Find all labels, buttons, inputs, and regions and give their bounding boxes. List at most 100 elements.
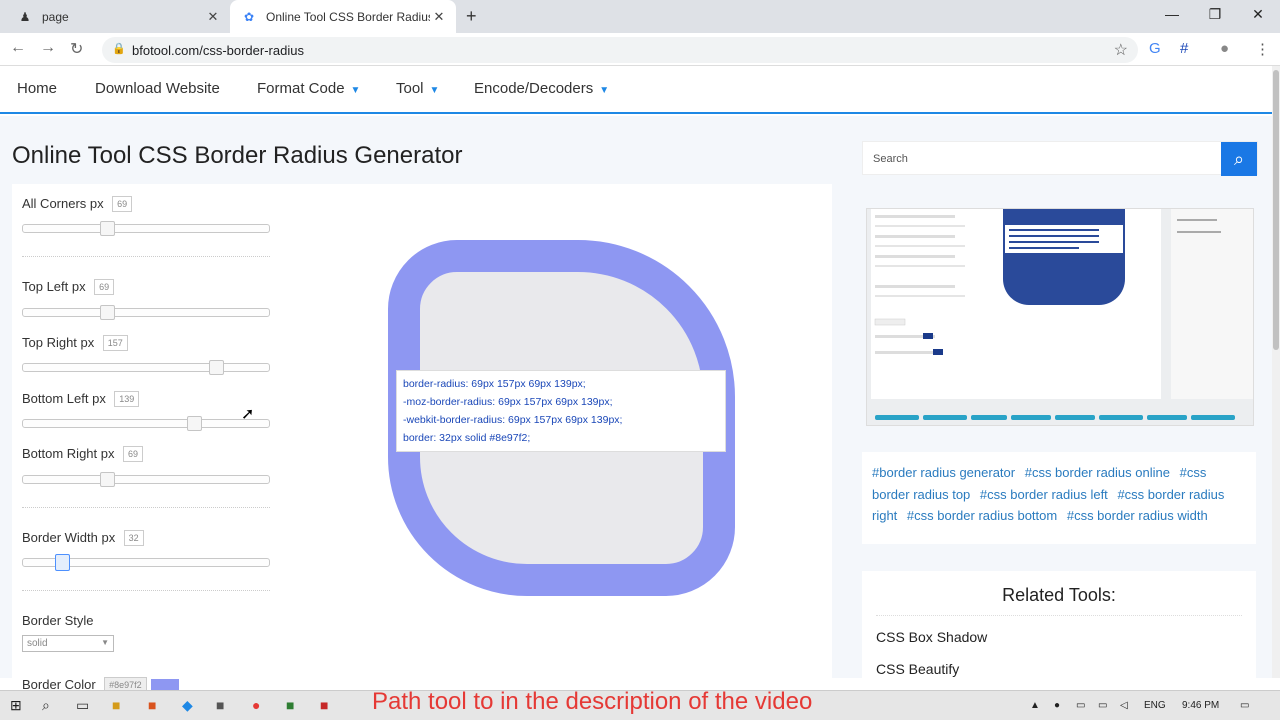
address-bar: ← → ↻ 🔒 bfotool.com/css-border-radius ☆ … xyxy=(0,33,1280,66)
related-link[interactable]: CSS Beautify xyxy=(876,661,959,677)
slider-handle[interactable] xyxy=(187,416,202,431)
top-right-label: Top Right px xyxy=(22,335,95,350)
caret-down-icon: ▼ xyxy=(429,85,440,96)
nav-encode-decoders[interactable]: Encode/Decoders ▼ xyxy=(474,80,609,97)
forward-icon[interactable]: → xyxy=(40,39,56,57)
maximize-icon[interactable]: ❐ xyxy=(1193,0,1237,30)
site-nav: Home Download Website Format Code ▼ Tool ▼… xyxy=(0,66,1272,114)
top-left-control: Top Left px 69 xyxy=(22,278,115,296)
nav-label: Format Code xyxy=(257,80,345,97)
mouse-cursor-icon: ➚ xyxy=(241,406,255,423)
windows-start-icon[interactable]: ⊞ xyxy=(10,697,22,714)
task-view-icon[interactable]: ▭ xyxy=(76,697,89,714)
bookmark-star-icon[interactable]: ☆ xyxy=(1114,40,1128,60)
border-style-control: Border Style xyxy=(22,612,94,630)
top-left-slider[interactable] xyxy=(22,305,270,320)
chrome-icon[interactable]: ● xyxy=(252,697,260,713)
divider xyxy=(22,256,270,257)
tag-link[interactable]: #css border radius width xyxy=(1067,508,1208,523)
slider-handle[interactable] xyxy=(100,472,115,487)
css-code-output[interactable]: border-radius: 69px 157px 69px 139px; -m… xyxy=(396,370,726,452)
tag-list: #border radius generator #css border rad… xyxy=(862,452,1256,544)
tray-chevron-icon[interactable]: ▲ xyxy=(1030,700,1040,711)
bottom-right-slider[interactable] xyxy=(22,472,270,487)
crop-icon[interactable]: # xyxy=(1180,40,1188,57)
top-left-label: Top Left px xyxy=(22,279,86,294)
nav-download-website[interactable]: Download Website xyxy=(95,80,220,97)
border-style-label: Border Style xyxy=(22,613,94,628)
border-width-slider[interactable] xyxy=(22,554,270,571)
bottom-right-control: Bottom Right px 69 xyxy=(22,445,143,463)
related-link[interactable]: CSS Box Shadow xyxy=(876,629,987,645)
battery-icon[interactable]: ▭ xyxy=(1098,700,1107,711)
border-width-value[interactable]: 32 xyxy=(123,529,144,546)
tab-bar: ♟ page ✕ ✿ Online Tool CSS Border Radius… xyxy=(0,0,1280,33)
reload-icon[interactable]: ↻ xyxy=(70,39,83,59)
notifications-icon[interactable]: ▭ xyxy=(1240,700,1249,711)
chevron-down-icon: ▼ xyxy=(101,638,109,647)
nav-tool[interactable]: Tool ▼ xyxy=(396,80,439,97)
close-tab-icon[interactable]: ✕ xyxy=(204,9,222,25)
menu-icon[interactable]: ⋮ xyxy=(1255,40,1270,58)
tag-link[interactable]: #css border radius bottom xyxy=(907,508,1057,523)
translate-icon[interactable]: G xyxy=(1149,40,1161,57)
tag-link[interactable]: #css border radius left xyxy=(980,487,1108,502)
slider-handle[interactable] xyxy=(209,360,224,375)
code-line: border: 32px solid #8e97f2; xyxy=(403,432,531,444)
mic-icon[interactable]: ● xyxy=(1054,700,1060,711)
search-input[interactable]: Search xyxy=(873,153,908,165)
bottom-right-label: Bottom Right px xyxy=(22,446,115,461)
app-icon[interactable]: ■ xyxy=(320,697,328,713)
tag-link[interactable]: #border radius generator xyxy=(872,465,1015,480)
scrollbar-thumb[interactable] xyxy=(1273,70,1279,350)
border-style-value: solid xyxy=(27,638,48,649)
top-left-value[interactable]: 69 xyxy=(94,278,115,295)
main-content: Online Tool CSS Border Radius Generator … xyxy=(0,116,1272,693)
url-field[interactable]: 🔒 bfotool.com/css-border-radius ☆ xyxy=(102,37,1138,63)
app-icon[interactable]: ■ xyxy=(286,697,294,713)
related-tools: Related Tools: CSS Box Shadow CSS Beauti… xyxy=(862,571,1256,681)
new-tab-icon[interactable]: + xyxy=(466,6,477,27)
back-icon[interactable]: ← xyxy=(10,39,26,57)
bottom-left-value[interactable]: 139 xyxy=(114,390,140,407)
slider-handle[interactable] xyxy=(55,554,70,571)
file-explorer-icon[interactable]: ■ xyxy=(112,697,120,713)
search-button[interactable]: ⌕ xyxy=(1221,142,1257,176)
divider xyxy=(22,590,270,591)
slider-handle[interactable] xyxy=(100,221,115,236)
bottom-left-slider[interactable] xyxy=(22,416,270,431)
border-width-label: Border Width px xyxy=(22,530,116,545)
tool-screenshot-thumbnail[interactable] xyxy=(866,208,1254,426)
profile-icon[interactable]: ● xyxy=(1220,40,1229,57)
url-text: bfotool.com/css-border-radius xyxy=(132,43,304,58)
bottom-left-label: Bottom Left px xyxy=(22,391,106,406)
tab-border-radius[interactable]: ✿ Online Tool CSS Border Radius G ✕ xyxy=(230,0,456,33)
all-corners-slider[interactable] xyxy=(22,221,270,236)
clock[interactable]: 9:46 PM xyxy=(1182,700,1219,711)
top-right-value[interactable]: 157 xyxy=(102,334,128,351)
minimize-icon[interactable]: — xyxy=(1150,0,1194,30)
volume-icon[interactable]: ◁ xyxy=(1120,700,1128,711)
close-tab-icon[interactable]: ✕ xyxy=(430,9,448,25)
generator-panel: All Corners px 69 Top Left px 69 Top Rig… xyxy=(12,184,832,693)
related-title: Related Tools: xyxy=(1002,585,1116,605)
top-right-slider[interactable] xyxy=(22,360,270,375)
app-icon[interactable]: ■ xyxy=(148,697,156,713)
tag-link[interactable]: #css border radius online xyxy=(1025,465,1170,480)
search-icon[interactable]: ⌕ xyxy=(42,697,50,714)
border-color-swatch[interactable] xyxy=(151,678,180,691)
border-style-select[interactable]: solid ▼ xyxy=(22,635,114,652)
divider xyxy=(22,507,270,508)
vscode-icon[interactable]: ◆ xyxy=(182,697,193,714)
network-icon[interactable]: ▭ xyxy=(1076,700,1085,711)
close-window-icon[interactable]: ✕ xyxy=(1236,0,1280,30)
language-indicator[interactable]: ENG xyxy=(1144,700,1166,711)
app-icon[interactable]: ■ xyxy=(216,697,224,713)
nav-format-code[interactable]: Format Code ▼ xyxy=(257,80,360,97)
bottom-right-value[interactable]: 69 xyxy=(122,445,143,462)
slider-handle[interactable] xyxy=(100,305,115,320)
all-corners-value[interactable]: 69 xyxy=(112,195,133,212)
nav-home[interactable]: Home xyxy=(17,80,57,97)
tab-page[interactable]: ♟ page ✕ xyxy=(8,0,230,33)
scrollbar[interactable] xyxy=(1272,66,1280,678)
